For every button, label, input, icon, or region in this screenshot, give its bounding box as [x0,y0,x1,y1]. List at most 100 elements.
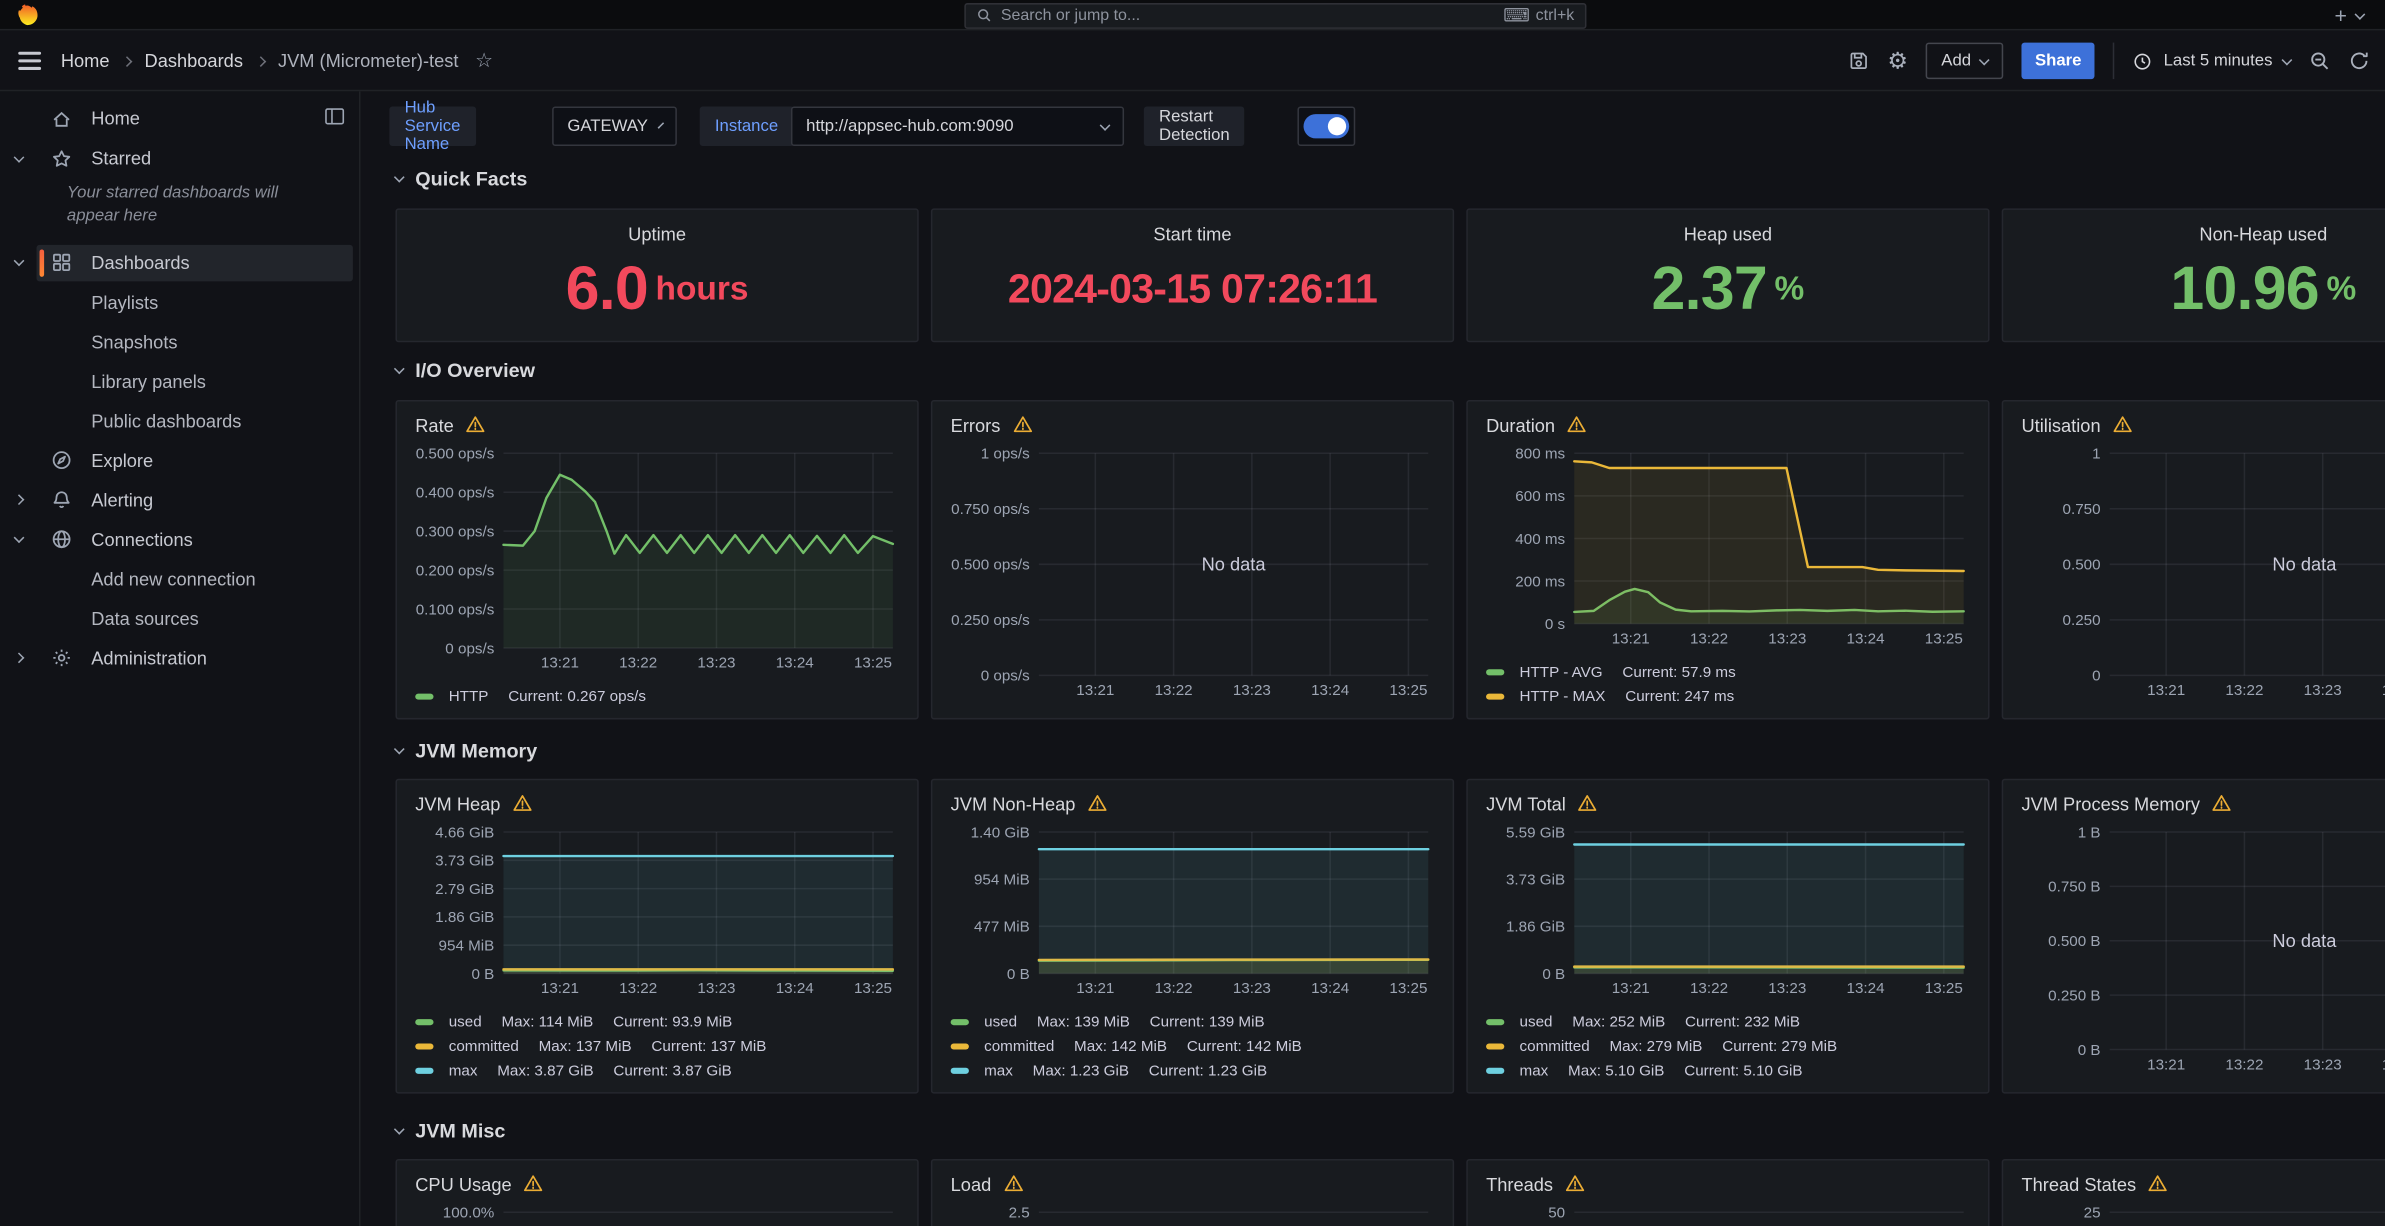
sidebar-item-link-alerting[interactable]: Alerting [37,482,353,519]
sidebar-item-link-home[interactable]: Home [37,100,353,137]
legend-series-label[interactable]: max [984,1062,1013,1079]
panel-header-non-heap-used[interactable]: Non-Heap used [2015,219,2385,249]
sidebar-item-link-add-new-connection[interactable]: Add new connection [37,561,353,598]
refresh-icon[interactable] [2349,50,2370,71]
legend-series-label[interactable]: max [449,1062,478,1079]
breadcrumb-dashboards[interactable]: Dashboards [145,50,243,71]
sidebar-item-link-playlists[interactable]: Playlists [37,284,353,321]
chevron-spacer [0,403,37,440]
sidebar-item-link-dashboards[interactable]: Dashboards [37,245,353,282]
svg-text:13:25: 13:25 [1389,980,1427,997]
legend-series-label[interactable]: used [984,1014,1017,1031]
panel-title: CPU Usage [415,1174,511,1195]
panel-header-uptime[interactable]: Uptime [409,219,905,249]
legend-series-label[interactable]: used [1520,1014,1553,1031]
svg-text:13:22: 13:22 [1155,682,1193,699]
legend-stat: Max: 5.10 GiB [1568,1062,1664,1079]
section-header-io-overview[interactable]: I/O Overview [395,359,535,382]
breadcrumb-home[interactable]: Home [61,50,110,71]
sidebar-item-link-connections[interactable]: Connections [37,521,353,558]
sidebar-item-link-administration[interactable]: Administration [37,640,353,677]
chevron-right-icon[interactable] [0,482,37,519]
instance-select[interactable]: http://appsec-hub.com:9090 [791,106,1124,146]
new-plus-button[interactable]: + [2335,5,2347,26]
zoom-out-time-icon[interactable] [2309,50,2330,71]
legend-series-label[interactable]: max [1520,1062,1549,1079]
legend-series-label[interactable]: committed [984,1038,1054,1055]
sidebar-item-link-snapshots[interactable]: Snapshots [37,324,353,361]
panel-header-jvm-total[interactable]: JVM Total [1480,789,1976,819]
sidebar-item-link-starred[interactable]: Starred [37,140,353,177]
save-dashboard-icon[interactable] [1848,50,1869,71]
svg-text:25: 25 [2084,1205,2101,1222]
legend-stat: Max: 114 MiB [501,1014,593,1031]
legend-swatch [951,1043,969,1049]
panel-header-jvm-process-memory[interactable]: JVM Process Memory [2015,789,2385,819]
add-panel-button[interactable]: Add [1926,43,2003,80]
sidebar-item-link-public-dashboards[interactable]: Public dashboards [37,403,353,440]
panel-header-jvm-non-heap[interactable]: JVM Non-Heap [945,789,1441,819]
svg-text:0 ops/s: 0 ops/s [981,668,1030,685]
chevron-down-icon[interactable] [0,140,37,177]
panel-header-heap-used[interactable]: Heap used [1480,219,1976,249]
svg-text:13:21: 13:21 [2147,1056,2185,1073]
legend-stat: Max: 137 MiB [539,1038,632,1055]
service-name-select[interactable]: GATEWAY [552,106,677,146]
chevron-down-icon[interactable] [0,245,37,282]
legend-series-label[interactable]: HTTP [449,688,489,705]
chevron-right-icon[interactable] [0,640,37,677]
panel-title: Heap used [1684,224,1772,245]
dashboard-settings-gear-icon[interactable]: ⚙ [1887,47,1907,74]
panel-header-load[interactable]: Load [945,1170,1441,1200]
favorite-star-icon[interactable]: ☆ [475,49,493,73]
svg-text:954 MiB: 954 MiB [439,938,495,955]
share-button[interactable]: Share [2021,43,2095,80]
panel-errors: Errors1 ops/s0.750 ops/s0.500 ops/s0.250… [931,400,1454,719]
legend-series-label[interactable]: committed [1520,1038,1590,1055]
sidebar-item-link-library-panels[interactable]: Library panels [37,363,353,400]
svg-text:4.66 GiB: 4.66 GiB [435,824,494,841]
panel-header-cpu-usage[interactable]: CPU Usage [409,1170,905,1200]
legend-series-label[interactable]: HTTP - AVG [1520,664,1603,681]
search-input[interactable]: Search or jump to... ⌨ ctrl+k [964,2,1586,28]
grafana-logo-icon[interactable] [15,3,39,27]
chart-canvas: 50 [1480,1200,1976,1226]
panel-header-utilisation[interactable]: Utilisation [2015,411,2385,441]
legend-series-label[interactable]: committed [449,1038,519,1055]
panel-title: Thread States [2021,1174,2136,1195]
sidebar-item-link-data-sources[interactable]: Data sources [37,600,353,637]
dock-sidebar-icon[interactable] [324,106,345,133]
panel-title: JVM Heap [415,794,500,815]
section-header-quick-facts[interactable]: Quick Facts [395,167,527,190]
svg-text:13:25: 13:25 [1925,630,1963,647]
panel-header-duration[interactable]: Duration [1480,411,1976,441]
chart-legend: HTTPCurrent: 0.267 ops/s [415,684,905,708]
svg-text:13:22: 13:22 [1690,980,1728,997]
chevron-down-icon[interactable] [2355,8,2366,19]
no-data-label: No data [1202,553,1267,574]
legend-series-label[interactable]: HTTP - MAX [1520,688,1606,705]
panel-header-threads[interactable]: Threads [1480,1170,1976,1200]
panel-header-jvm-heap[interactable]: JVM Heap [409,789,905,819]
svg-text:13:23: 13:23 [697,655,735,672]
sidebar-item-home: Home [0,100,359,137]
restart-detection-label: Restart Detection [1144,106,1245,146]
sidebar-item-link-explore[interactable]: Explore [37,442,353,479]
section-header-jvm-misc[interactable]: JVM Misc [395,1119,505,1142]
menu-toggle-icon[interactable] [18,52,41,70]
panel-header-rate[interactable]: Rate [409,411,905,441]
chevron-down-icon[interactable] [0,521,37,558]
panel-header-errors[interactable]: Errors [945,411,1441,441]
section-header-jvm-memory[interactable]: JVM Memory [395,739,537,762]
chart-legend: usedMax: 252 MiBCurrent: 232 MiBcommitte… [1486,1010,1976,1083]
svg-text:13:24: 13:24 [1847,630,1886,647]
time-range-picker[interactable]: Last 5 minutes [2133,51,2291,71]
chart-legend: usedMax: 114 MiBCurrent: 93.9 MiBcommitt… [415,1010,905,1083]
legend-swatch [1486,1019,1504,1025]
restart-detection-toggle[interactable] [1297,106,1355,146]
warning-icon [1578,794,1598,815]
panel-title: Errors [951,415,1001,436]
legend-series-label[interactable]: used [449,1014,482,1031]
panel-header-thread-states[interactable]: Thread States [2015,1170,2385,1200]
panel-header-start-time[interactable]: Start time [945,219,1441,249]
